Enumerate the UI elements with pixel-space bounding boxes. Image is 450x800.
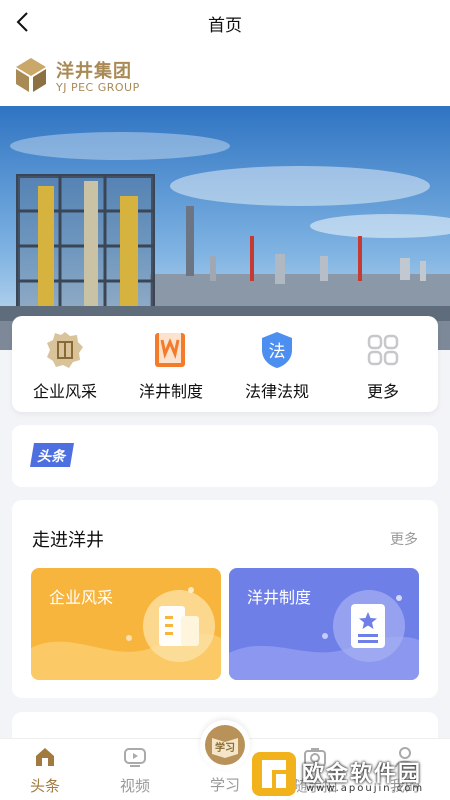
card-regulations[interactable]: 洋井制度 [229, 568, 419, 680]
quick-link-label: 企业风采 [32, 382, 97, 401]
grid-more-icon [367, 334, 399, 366]
tab-study[interactable]: 学习 学习 [198, 720, 252, 800]
law-shield-icon: 法 [262, 332, 292, 368]
study-tab-bubble: 学习 [200, 720, 250, 770]
headline-news-strip[interactable]: 头条 [12, 425, 438, 487]
video-icon [124, 748, 146, 767]
home-icon [36, 748, 54, 766]
tab-label: 学习 [209, 776, 240, 794]
quick-link-laws[interactable]: 法 法律法规 [224, 330, 330, 406]
tab-label: 头条 [29, 777, 60, 795]
study-badge-text: 学习 [215, 741, 235, 754]
about-section: 走进洋井 更多 企业风采 洋井制度 [12, 500, 438, 698]
banner-image[interactable] [0, 106, 450, 350]
quick-link-regulations[interactable]: 洋井制度 [118, 330, 224, 406]
card-company-style[interactable]: 企业风采 [31, 568, 221, 680]
law-shield-glyph: 法 [269, 342, 286, 362]
watermark-overlay: 欧金软件园 www.apoujin.com [250, 750, 446, 798]
quick-link-label: 洋井制度 [138, 382, 203, 401]
card-label: 洋井制度 [247, 588, 312, 607]
headline-badge-text: 头条 [37, 448, 67, 465]
quick-links-panel: 企业风采 洋井制度 法 法律法规 更多 [12, 316, 438, 412]
study-book-icon: 学习 [205, 725, 245, 765]
watermark-url: www.apoujin.com [306, 783, 425, 794]
book-icon [155, 333, 185, 367]
card-label: 企业风采 [49, 588, 114, 607]
brand-name-en: YJ PEC GROUP [56, 81, 140, 94]
page-title: 首页 [208, 16, 242, 36]
tab-video[interactable]: 视频 [90, 745, 180, 797]
quick-link-label: 法律法规 [244, 382, 309, 401]
tab-label: 视频 [119, 777, 150, 795]
section-more-link[interactable]: 更多 [390, 529, 418, 549]
building-badge-icon [47, 332, 83, 368]
tab-headlines[interactable]: 头条 [0, 745, 90, 797]
quick-link-more[interactable]: 更多 [330, 330, 436, 406]
company-logo-icon [16, 58, 46, 92]
top-navigation-bar: 首页 [0, 0, 450, 44]
section-title: 走进洋井 [32, 530, 104, 551]
brand-header: 洋井集团 YJ PEC GROUP [0, 44, 450, 106]
watermark-logo-icon [252, 752, 296, 796]
quick-link-company-style[interactable]: 企业风采 [12, 330, 118, 406]
quick-link-label: 更多 [366, 382, 399, 401]
headline-badge: 头条 [30, 443, 74, 467]
brand-name-cn: 洋井集团 [56, 61, 132, 82]
